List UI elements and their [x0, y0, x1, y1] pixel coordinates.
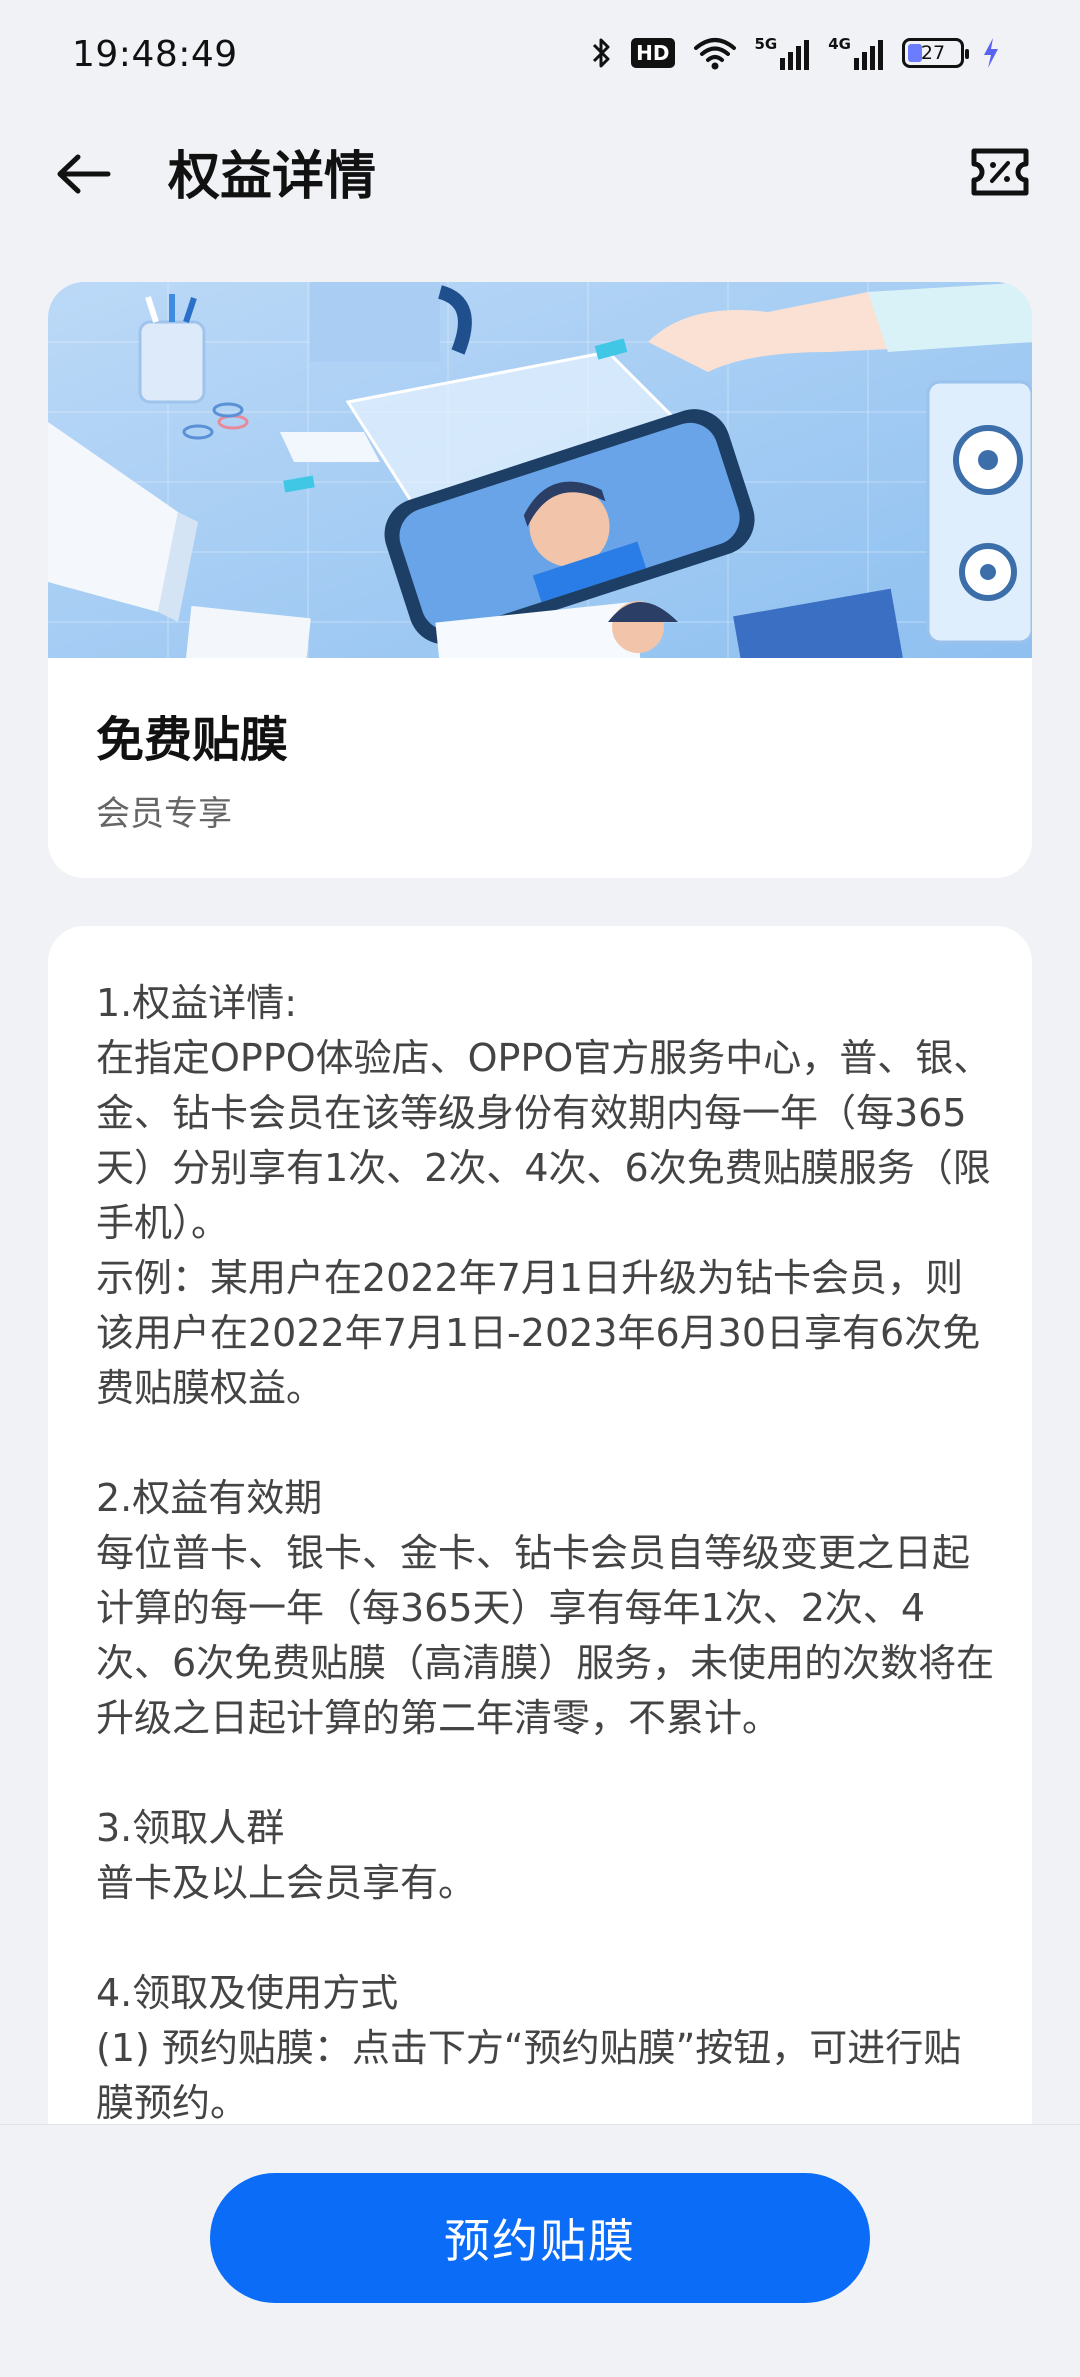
battery-icon: 27: [902, 38, 969, 68]
benefit-title: 免费贴膜: [96, 712, 289, 768]
status-bar: 19:48:49 HD 5G 4G 27: [0, 0, 1080, 120]
coupon-button[interactable]: [968, 140, 1032, 204]
back-button[interactable]: [52, 142, 116, 206]
details-section: 3.领取人群 普卡及以上会员享有。: [96, 1801, 996, 1911]
arrow-left-icon: [57, 154, 111, 194]
coupon-icon: [971, 148, 1029, 196]
details-section: 1.权益详情: 在指定OPPO体验店、OPPO官方服务中心，普、银、金、钻卡会员…: [96, 976, 996, 1416]
benefit-details-text: 1.权益详情: 在指定OPPO体验店、OPPO官方服务中心，普、银、金、钻卡会员…: [96, 976, 996, 2126]
reserve-screen-protector-button[interactable]: 预约贴膜: [210, 2173, 870, 2303]
status-icons: HD 5G 4G 27: [591, 36, 1000, 70]
battery-cap: [965, 49, 969, 59]
section-heading: 1.权益详情:: [96, 981, 298, 1025]
benefit-card: 免费贴膜 会员专享: [48, 282, 1032, 878]
bluetooth-icon: [591, 36, 613, 70]
page-title: 权益详情: [168, 147, 377, 207]
section-heading: 2.权益有效期: [96, 1476, 323, 1520]
section-line: (1) 预约贴膜：点击下方“预约贴膜”按钮，可进行贴膜预约。: [96, 2026, 962, 2125]
bottom-action-bar: 预约贴膜: [0, 2124, 1080, 2377]
app-header: 权益详情: [0, 120, 1080, 220]
section-line: 每位普卡、银卡、金卡、钻卡会员自等级变更之日起计算的每一年（每365天）享有每年…: [96, 1531, 995, 1740]
hd-icon: HD: [631, 38, 675, 68]
section-heading: 4.领取及使用方式: [96, 1971, 399, 2015]
charging-icon: [982, 36, 1000, 70]
battery-level: 27: [920, 42, 946, 64]
benefit-details-card[interactable]: 1.权益详情: 在指定OPPO体验店、OPPO官方服务中心，普、银、金、钻卡会员…: [48, 926, 1032, 2126]
section-line: 普卡及以上会员享有。: [96, 1861, 477, 1905]
battery-fill: [908, 44, 922, 62]
details-section: 4.领取及使用方式 (1) 预约贴膜：点击下方“预约贴膜”按钮，可进行贴膜预约。: [96, 1966, 996, 2126]
wifi-icon: [693, 36, 737, 70]
signal-4g-icon: 4G: [828, 36, 884, 70]
section-line: 示例：某用户在2022年7月1日升级为钻卡会员，则该用户在2022年7月1日-2…: [96, 1256, 981, 1410]
signal-5g-icon: 5G: [755, 36, 811, 70]
details-section: 2.权益有效期 每位普卡、银卡、金卡、钻卡会员自等级变更之日起计算的每一年（每3…: [96, 1471, 996, 1746]
screen-protector-illustration: [48, 282, 1032, 658]
section-heading: 3.领取人群: [96, 1806, 285, 1850]
status-time: 19:48:49: [72, 34, 238, 75]
benefit-subtitle: 会员专享: [96, 794, 232, 834]
section-line: 在指定OPPO体验店、OPPO官方服务中心，普、银、金、钻卡会员在该等级身份有效…: [96, 1036, 992, 1245]
